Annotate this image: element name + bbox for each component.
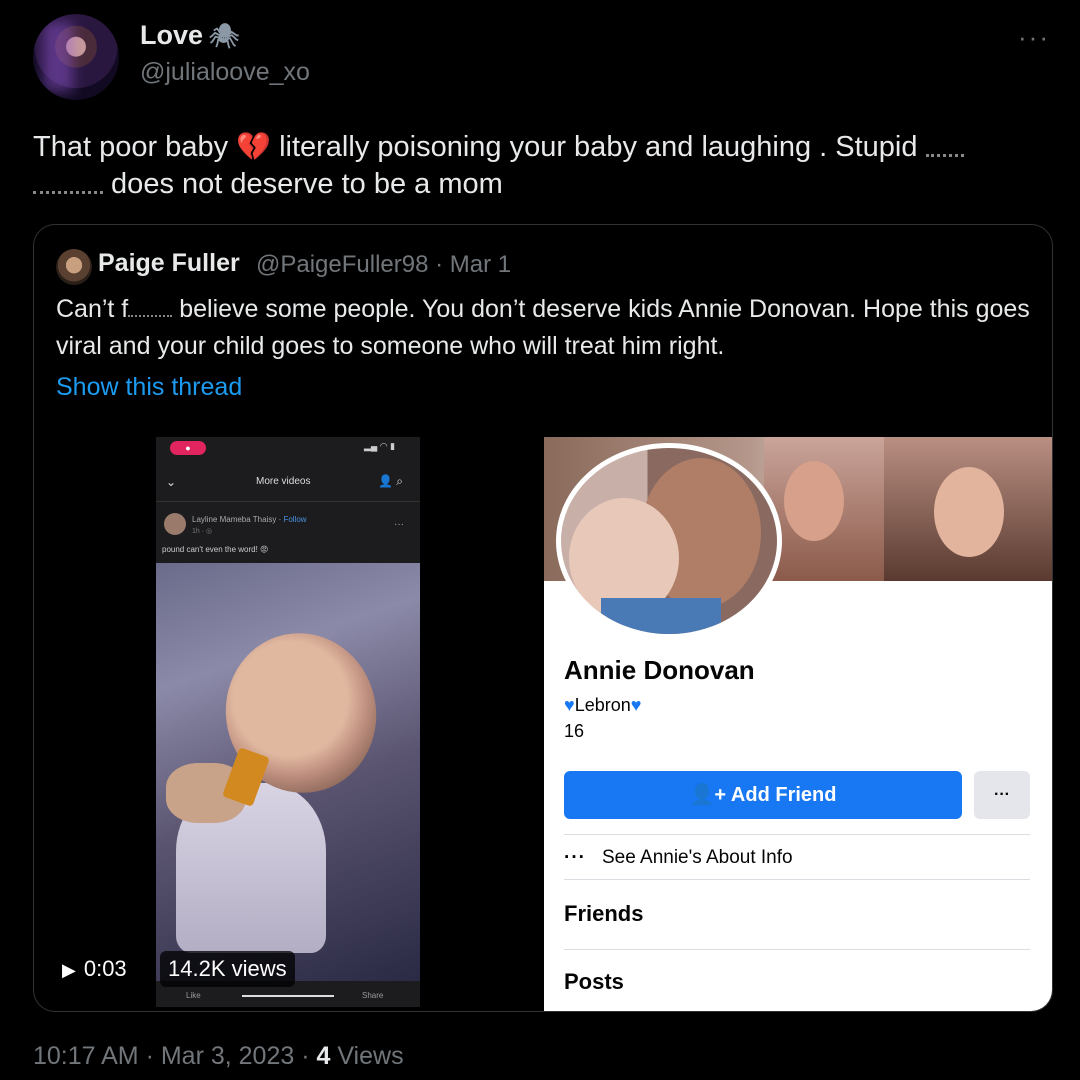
- author-avatar[interactable]: [33, 14, 119, 100]
- quote-author-handle[interactable]: @PaigeFuller98 · Mar 1: [256, 251, 511, 279]
- quoted-tweet-card[interactable]: Paige Fuller @PaigeFuller98 · Mar 1 Can’…: [33, 224, 1053, 1012]
- fb-bio-text: Lebron: [574, 695, 631, 715]
- divider: [564, 949, 1030, 950]
- post-caption: pound can't even the word! 😡: [162, 545, 269, 554]
- views-label: Views: [330, 1042, 404, 1070]
- chevron-down-icon: ⌄: [166, 475, 177, 489]
- tweet-timestamp[interactable]: 10:17 AM · Mar 3, 2023 ·: [33, 1042, 316, 1070]
- record-indicator-icon: ●: [170, 441, 206, 455]
- fb-about-info: ··· See Annie's About Info: [564, 847, 793, 869]
- divider: [564, 834, 1030, 835]
- facebook-profile-screenshot[interactable]: Annie Donovan ♥Lebron♥ 16 👤+ Add Friend …: [544, 437, 1052, 1011]
- profile-picture: [556, 443, 782, 639]
- add-friend-button: 👤+ Add Friend: [564, 771, 962, 819]
- add-user-icon: 👤+: [689, 784, 731, 806]
- dots-icon: ···: [564, 847, 586, 868]
- views-count: 4: [316, 1042, 331, 1070]
- follow-link: Follow: [283, 515, 307, 524]
- tweet-text-part1: That poor baby: [33, 131, 237, 163]
- phone-screenshot-video[interactable]: ● ▂▄ ◠ ▮ ⌄ More videos 👤 ⌕ Layline Mameb…: [156, 437, 420, 1007]
- profile-search-icons: 👤 ⌕: [378, 474, 403, 488]
- fb-about-text: See Annie's About Info: [601, 847, 793, 868]
- phone-like: Like: [186, 991, 201, 1000]
- cover-face: [934, 467, 1004, 557]
- blue-heart-icon: ♥: [564, 695, 575, 715]
- poster-name-text: Layline Mameba Thaisy ·: [192, 515, 284, 524]
- censored-word: [925, 139, 964, 157]
- fb-posts-heading: Posts: [564, 969, 624, 994]
- post-more-icon: ···: [394, 519, 404, 530]
- phone-title: More videos: [256, 476, 311, 487]
- author-name-text: Love: [140, 20, 204, 50]
- censored-word: [128, 309, 173, 317]
- phone-footer: Like Share: [156, 985, 420, 1007]
- tweet-text-part3: does not deserve to be a mom: [103, 168, 503, 200]
- tweet-meta[interactable]: 10:17 AM · Mar 3, 2023 · 4 Views: [33, 1042, 404, 1071]
- fb-friends-heading: Friends: [564, 901, 644, 926]
- signal-icons: ▂▄ ◠ ▮: [364, 441, 396, 451]
- tweet-text-part2: literally poisoning your baby and laughi…: [271, 131, 926, 163]
- show-thread-link[interactable]: Show this thread: [56, 373, 242, 402]
- profile-shirt: [601, 598, 721, 634]
- fb-more-button: ···: [974, 771, 1030, 819]
- author-name[interactable]: Love 🕷: [140, 20, 240, 51]
- fb-bio: ♥Lebron♥: [564, 695, 641, 716]
- phone-share: Share: [362, 991, 384, 1000]
- tweet-text: That poor baby 💔 literally poisoning you…: [33, 128, 1053, 203]
- fb-age: 16: [564, 721, 585, 741]
- quote-author-name[interactable]: Paige Fuller: [98, 249, 240, 278]
- fb-profile-name: Annie Donovan: [564, 655, 755, 685]
- video-time-text: 0:03: [83, 956, 127, 981]
- divider: [564, 879, 1030, 880]
- progress-bar: [242, 995, 334, 997]
- video-duration[interactable]: ▶ 0:03: [56, 951, 137, 987]
- post-time: 1h · ◎: [192, 528, 213, 535]
- quote-text-part1: Can’t f: [56, 295, 129, 323]
- play-icon[interactable]: ▶: [62, 960, 76, 980]
- broken-heart-icon: 💔: [236, 131, 272, 162]
- poster-avatar: [164, 513, 186, 535]
- cover-face: [784, 461, 844, 541]
- video-views: 14.2K views: [160, 951, 295, 987]
- quote-text-part2: believe some people. You don’t deserve k…: [56, 295, 1030, 360]
- spider-icon: 🕷: [209, 23, 240, 50]
- quote-author-avatar[interactable]: [56, 249, 92, 285]
- video-frame: [156, 563, 420, 981]
- add-friend-label: Add Friend: [730, 784, 837, 806]
- more-options-icon[interactable]: ···: [1018, 22, 1050, 53]
- censored-word: [33, 176, 103, 194]
- author-handle[interactable]: @julialoove_xo: [140, 58, 310, 87]
- blue-heart-icon: ♥: [630, 695, 642, 715]
- poster-name: Layline Mameba Thaisy · Follow: [192, 515, 307, 524]
- quote-text: Can’t f believe some people. You don’t d…: [56, 291, 1036, 365]
